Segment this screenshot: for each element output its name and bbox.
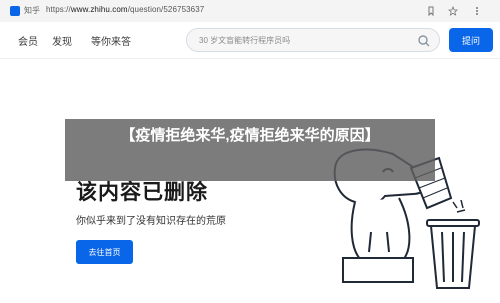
nav-item-membership[interactable]: 会员 (18, 33, 38, 48)
top-navigation: 会员 发现 等你来答 30 岁文盲能转行程序员吗 提问 (0, 22, 500, 59)
search-input[interactable]: 30 岁文盲能转行程序员吗 (186, 28, 440, 52)
search-icon[interactable] (417, 34, 431, 48)
go-home-button[interactable]: 去往首页 (76, 240, 133, 264)
url-prefix: https:// (46, 5, 71, 14)
headline-text: 【疫情拒绝来华,疫情拒绝来华的原因】 (120, 127, 380, 144)
site-label: 知乎 (24, 6, 40, 15)
headline-overlay: 【疫情拒绝来华,疫情拒绝来华的原因】 (65, 119, 435, 181)
menu-dots-icon[interactable] (470, 4, 484, 18)
nav-item-waiting-answers[interactable]: 等你来答 (91, 33, 131, 48)
ask-question-button[interactable]: 提问 (449, 28, 493, 52)
page-subtitle: 你似乎来到了没有知识存在的荒原 (76, 216, 226, 227)
bookmark-icon[interactable] (424, 4, 438, 18)
star-icon[interactable] (446, 4, 460, 18)
address-bar[interactable]: https://www.zhihu.com/question/526753637 (46, 5, 204, 14)
url-path: /question/526753637 (127, 5, 205, 14)
zhihu-favicon-icon (10, 6, 20, 16)
url-host: www.zhihu.com (70, 5, 128, 14)
browser-toolbar: 知乎 https://www.zhihu.com/question/526753… (0, 0, 500, 23)
search-placeholder: 30 岁文盲能转行程序员吗 (199, 36, 291, 45)
nav-item-discover[interactable]: 发现 (52, 33, 72, 48)
